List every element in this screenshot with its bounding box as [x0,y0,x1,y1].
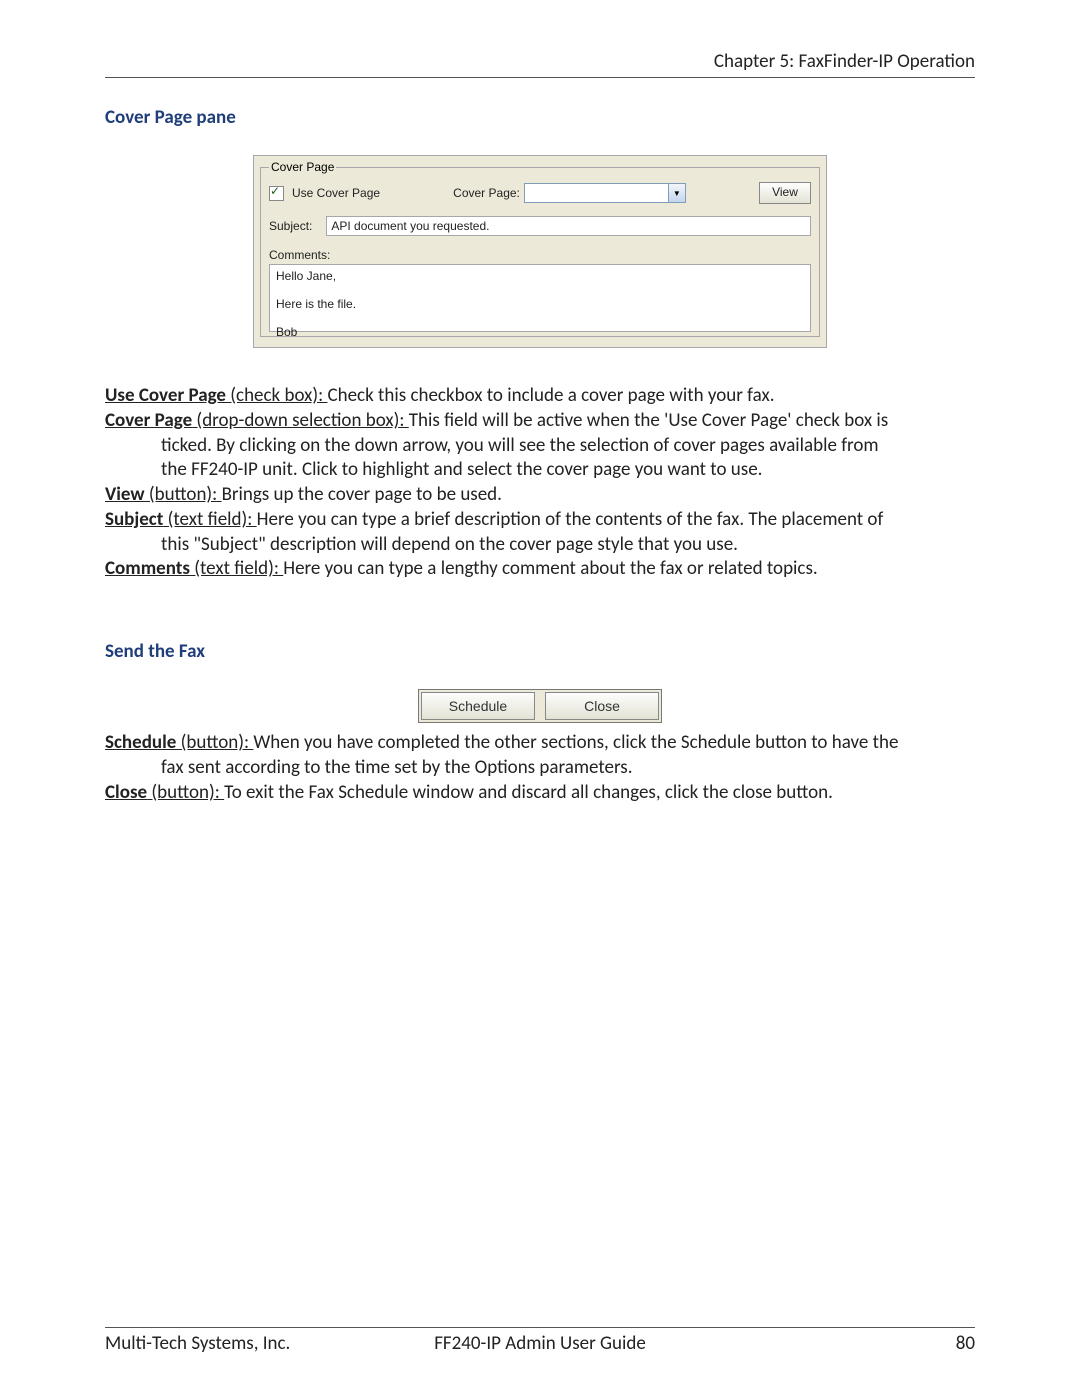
def-text: Brings up the cover page to be used. [222,483,502,506]
def-term: Close [105,781,147,804]
def-text: fax sent according to the time set by th… [105,756,975,780]
def-paren: (check box): [226,384,328,407]
view-button[interactable]: View [759,182,811,204]
def-text: ticked. By clicking on the down arrow, y… [105,434,975,458]
chevron-down-icon[interactable]: ▼ [668,184,685,202]
cover-page-pane-screenshot: Cover Page Use Cover Page Cover Page: ▼ … [253,155,827,348]
def-text: When you have completed the other sectio… [253,731,898,754]
cover-page-dropdown[interactable]: ▼ [524,183,686,203]
def-term: Use Cover Page [105,384,226,407]
cover-page-legend: Cover Page [269,160,336,174]
def-text: Here you can type a brief description of… [257,508,884,531]
send-fax-buttons-screenshot: Schedule Close [418,689,662,723]
comments-textarea[interactable]: Hello Jane, Here is the file. Bob [269,264,811,332]
use-cover-page-label: Use Cover Page [292,186,380,200]
def-term: Comments [105,557,190,580]
footer-left: Multi-Tech Systems, Inc. [105,1332,395,1355]
def-term: Schedule [105,731,176,754]
def-text: Here you can type a lengthy comment abou… [283,557,817,580]
footer-center: FF240-IP Admin User Guide [395,1332,685,1355]
cover-page-dropdown-label: Cover Page: [453,186,520,200]
page-footer: Multi-Tech Systems, Inc. FF240-IP Admin … [105,1327,975,1355]
def-text: To exit the Fax Schedule window and disc… [224,781,833,804]
def-text: the FF240-IP unit. Click to highlight an… [105,458,975,482]
schedule-button[interactable]: Schedule [421,692,535,720]
def-paren: (text field): [190,557,283,580]
cover-page-descriptions: Use Cover Page (check box): Check this c… [105,384,975,581]
use-cover-page-checkbox[interactable] [269,186,284,201]
def-text: This field will be active when the 'Use … [409,409,888,432]
def-term: Subject [105,508,163,531]
def-paren: (button): [176,731,253,754]
section-title-send-the-fax: Send the Fax [105,640,975,663]
def-paren: (button): [145,483,222,506]
page-header: Chapter 5: FaxFinder-IP Operation [105,50,975,78]
def-paren: (drop-down selection box): [192,409,409,432]
def-term: View [105,483,145,506]
subject-label: Subject: [269,219,312,233]
comments-label: Comments: [269,248,811,262]
close-button[interactable]: Close [545,692,659,720]
subject-input[interactable]: API document you requested. [326,216,811,236]
def-paren: (button): [147,781,224,804]
footer-page-number: 80 [685,1332,975,1355]
section-title-cover-page-pane: Cover Page pane [105,106,975,129]
send-fax-descriptions: Schedule (button): When you have complet… [105,731,975,804]
def-text: this "Subject" description will depend o… [105,533,975,557]
def-text: Check this checkbox to include a cover p… [327,384,774,407]
def-paren: (text field): [163,508,256,531]
def-term: Cover Page [105,409,192,432]
